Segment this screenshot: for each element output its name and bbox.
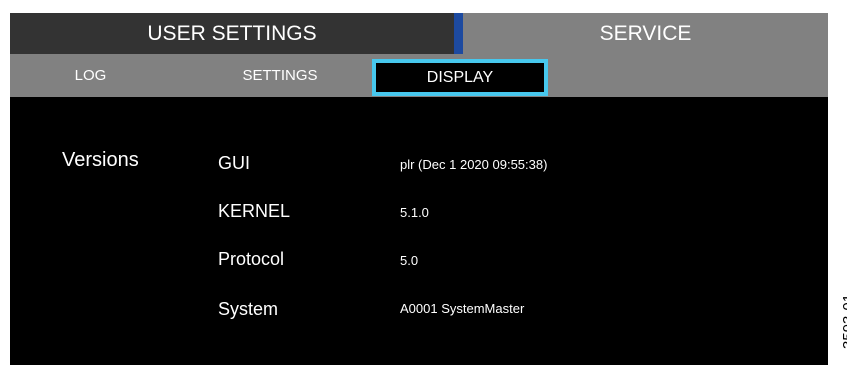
tab-user-settings[interactable]: USER SETTINGS	[10, 13, 454, 54]
figure-id-text: 3593-01	[840, 293, 847, 349]
version-label-gui: GUI	[218, 153, 251, 173]
subtab-settings[interactable]: SETTINGS	[205, 54, 355, 97]
version-value-protocol: 5.0	[400, 253, 419, 268]
versions-heading: Versions	[62, 149, 139, 171]
main-tab-bar: USER SETTINGS SERVICE	[10, 13, 828, 54]
settings-screen: USER SETTINGS SERVICE LOG SETTINGS DISPL…	[10, 13, 828, 365]
version-value-system: A0001 SystemMaster	[400, 301, 525, 316]
version-label-system: System	[218, 299, 279, 319]
figure-id-caption: 3593-01	[830, 288, 847, 366]
tab-service[interactable]: SERVICE	[463, 13, 828, 54]
version-value-kernel: 5.1.0	[400, 205, 429, 220]
sub-tab-bar: LOG SETTINGS DISPLAY	[10, 54, 828, 97]
version-label-protocol: Protocol	[218, 249, 285, 269]
tab-divider	[454, 13, 463, 54]
version-label-kernel: KERNEL	[218, 201, 291, 221]
subtab-log[interactable]: LOG	[33, 54, 148, 97]
subtab-display-active[interactable]: DISPLAY	[372, 59, 548, 96]
version-value-gui: plr (Dec 1 2020 09:55:38)	[400, 157, 548, 172]
